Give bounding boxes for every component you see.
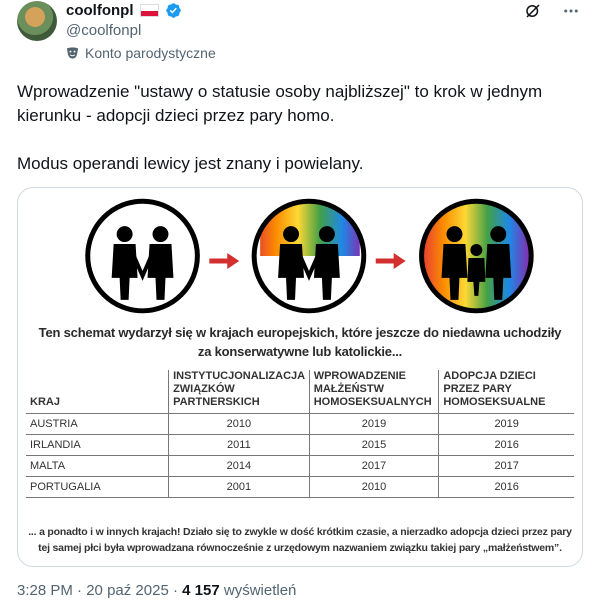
cell-value: 2015: [308, 434, 439, 456]
circle-couple-icon: [85, 198, 200, 314]
footnote-line-1: ... a ponadto i w innych krajach! Działo…: [28, 526, 572, 538]
cell-value: 2017: [308, 455, 439, 477]
table-row: AUSTRIA 2010 2019 2019: [26, 413, 574, 435]
cell-value: 2017: [438, 455, 574, 477]
parody-label: Konto parodystyczne: [66, 45, 216, 61]
headline-line-1: Ten schemat wydarzył się w krajach europ…: [38, 325, 562, 340]
infographic-footnote: ... a ponadto i w innych krajach! Działo…: [18, 524, 582, 556]
cell-country: IRLANDIA: [26, 434, 169, 456]
footnote-line-2: tej samej płci była wprowadzana równocze…: [38, 542, 562, 554]
arrow-right-icon: [209, 253, 240, 269]
author-name-row: coolfonpl: [66, 2, 182, 19]
tweet-paragraph-2: Modus operandi lewicy jest znany i powie…: [17, 154, 364, 173]
cell-value: 2001: [168, 476, 310, 498]
header-partnership: INSTYTUCJONALIZACJA ZWIĄZKÓW PARTNERSKIC…: [168, 370, 310, 414]
table-row: IRLANDIA 2011 2015 2016: [26, 434, 574, 456]
table-header-row: KRAJ INSTYTUCJONALIZACJA ZWIĄZKÓW PARTNE…: [26, 370, 574, 414]
cell-value: 2014: [168, 455, 310, 477]
parody-mask-icon: [66, 47, 79, 59]
author-display-name[interactable]: coolfonpl: [66, 2, 134, 19]
meta-separator: ·: [168, 582, 183, 599]
views-label: wyświetleń: [219, 582, 297, 599]
infographic-circles: [85, 198, 534, 314]
grok-icon[interactable]: [524, 2, 542, 20]
more-icon[interactable]: [562, 2, 580, 20]
meta-separator: ·: [72, 582, 87, 599]
tweet-media-image[interactable]: Ten schemat wydarzył się w krajach europ…: [17, 187, 583, 567]
parody-label-text: Konto parodystyczne: [85, 45, 216, 61]
circle-married-couple-icon: [251, 198, 367, 314]
tweet-paragraph-1: Wprowadzenie "ustawy o statusie osoby na…: [17, 82, 543, 125]
views-count: 4 157: [182, 582, 220, 599]
cell-country: AUSTRIA: [26, 413, 169, 435]
tweet-meta: 3:28 PM · 20 paź 2025 · 4 157 wyświetleń: [17, 582, 296, 599]
author-handle[interactable]: @coolfonpl: [66, 22, 141, 39]
tweet-time[interactable]: 3:28 PM: [17, 582, 73, 599]
headline-line-2: za konserwatywne lub katolickie...: [197, 344, 403, 359]
avatar[interactable]: [17, 1, 57, 41]
cell-value: 2010: [168, 413, 310, 435]
infographic-headline: Ten schemat wydarzył się w krajach europ…: [18, 323, 582, 361]
cell-country: PORTUGALIA: [26, 476, 169, 498]
infographic-table: KRAJ INSTYTUCJONALIZACJA ZWIĄZKÓW PARTNE…: [26, 370, 574, 498]
arrow-right-icon: [375, 253, 406, 269]
table-row: MALTA 2014 2017 2017: [26, 455, 574, 477]
tweet-date[interactable]: 20 paź 2025: [86, 582, 169, 599]
header-country: KRAJ: [30, 396, 60, 408]
header-adoption: ADOPCJA DZIECI PRZEZ PARY HOMOSEKSUALNE: [438, 370, 574, 414]
cell-value: 2019: [308, 413, 439, 435]
table-row: PORTUGALIA 2001 2010 2016: [26, 476, 574, 498]
cell-value: 2016: [438, 434, 574, 456]
tweet-text: Wprowadzenie "ustawy o statusie osoby na…: [17, 80, 577, 200]
cell-value: 2019: [438, 413, 574, 435]
cell-value: 2016: [438, 476, 574, 498]
cell-country: MALTA: [26, 455, 169, 477]
verified-badge-icon: [165, 3, 181, 18]
header-marriage: WPROWADZENIE MAŁŻEŃSTW HOMOSEKSUALNYCH: [308, 370, 439, 414]
top-actions: [524, 2, 580, 20]
circle-family-icon: [419, 198, 534, 314]
cell-value: 2011: [168, 434, 310, 456]
poland-flag-icon: [139, 4, 159, 17]
cell-value: 2010: [308, 476, 439, 498]
